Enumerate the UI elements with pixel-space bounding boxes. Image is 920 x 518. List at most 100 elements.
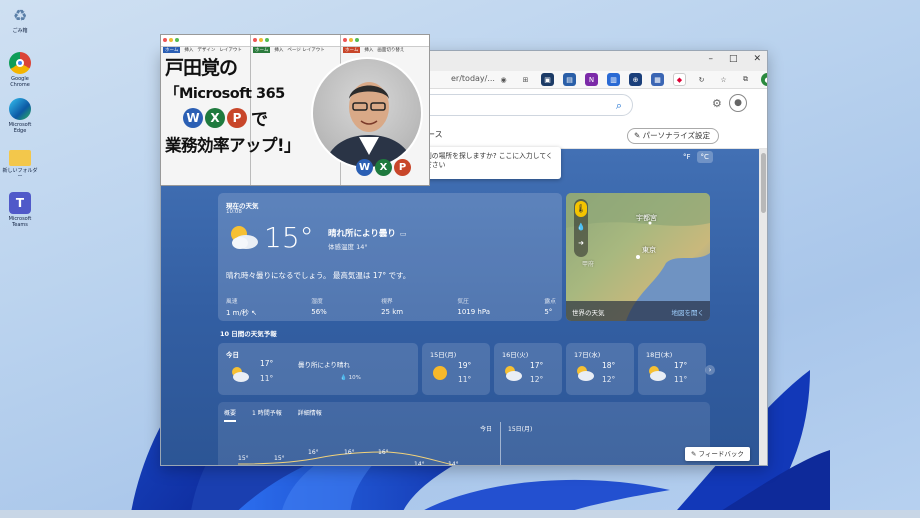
map-layer-controls: 🌡 💧 ➜: [574, 199, 588, 257]
forecast-high: 18°: [602, 361, 616, 370]
chart-temp-label: 15°: [274, 455, 285, 462]
extension-icon[interactable]: ▤: [563, 73, 576, 86]
info-icon[interactable]: ▭: [400, 230, 407, 238]
forecast-day-label: 17日(水): [574, 351, 601, 359]
desktop-icon-label: Microsoft Edge: [8, 122, 32, 134]
forecast-day[interactable]: 17日(水) 18° 12°: [566, 343, 634, 395]
personalize-button[interactable]: ✎ パーソナライズ設定: [627, 128, 719, 144]
close-button[interactable]: ✕: [753, 54, 761, 64]
extension-icon[interactable]: ▦: [651, 73, 664, 86]
unit-f-button[interactable]: °F: [679, 151, 695, 163]
sun-icon: [433, 366, 447, 380]
refresh-icon[interactable]: ↻: [695, 73, 708, 86]
onenote-icon[interactable]: N: [585, 73, 598, 86]
extension-icon[interactable]: ▥: [607, 73, 620, 86]
forecast-day[interactable]: 18日(木) 17° 11°: [638, 343, 706, 395]
forecast-today[interactable]: 今日 17° 11° 曇り所により晴れ 💧 10%: [218, 343, 418, 395]
temperature-layer-icon[interactable]: 🌡: [575, 201, 587, 217]
address-bar[interactable]: er/today/...: [451, 74, 495, 83]
promo-banner: ホーム 挿入 デザイン レイアウト ホーム 挿入 ページ レイアウト ホーム 挿入 画面切り替…: [160, 34, 430, 186]
forecast-day-label: 15日(月): [430, 351, 457, 359]
forecast-next-arrow[interactable]: ›: [705, 365, 715, 375]
folder-icon: [9, 150, 31, 166]
taskbar-strip: [0, 510, 920, 518]
search-input[interactable]: ⌕: [413, 94, 633, 116]
ribbon: [341, 35, 429, 47]
precipitation-layer-icon[interactable]: 💧: [575, 223, 587, 231]
extension-icons: ◉ ⊞ ▣ ▤ N ▥ ⊕ ▦ ◆ ↻ ☆ ⧉ ● ⋯: [497, 73, 767, 86]
powerpoint-icon: P: [227, 107, 247, 128]
map-label-utsunomiya: 宇都宮: [636, 214, 657, 222]
forecast-low: 12°: [530, 375, 544, 384]
desktop-icon-chrome[interactable]: Google Chrome: [2, 52, 38, 88]
forecast-high: 17°: [530, 361, 544, 370]
photo-app-badges: W X P: [356, 159, 411, 176]
open-map-link[interactable]: 地図を開く: [672, 307, 705, 317]
desktop-icon-recycle-bin[interactable]: ♻ ごみ箱: [2, 4, 38, 35]
desktop-icon-label: 新しいフォルダー: [2, 168, 38, 180]
extension-icon[interactable]: ⊕: [629, 73, 642, 86]
search-icon[interactable]: ⌕: [616, 99, 622, 113]
stat-key: 湿度: [311, 299, 323, 305]
gear-icon[interactable]: ⚙: [712, 97, 722, 110]
forecast-low: 11°: [458, 375, 472, 384]
map-label-kofu: 甲府: [582, 261, 595, 268]
desktop-icon-label: Google Chrome: [10, 76, 30, 88]
teams-icon: T: [9, 192, 31, 214]
capture-icon[interactable]: ⊞: [519, 73, 532, 86]
forecast-low: 11°: [260, 374, 274, 383]
collections-icon[interactable]: ⧉: [739, 73, 752, 86]
forecast-day[interactable]: 16日(火) 17° 12°: [494, 343, 562, 395]
weather-map[interactable]: 🌡 💧 ➜ 宇都宮 東京 甲府 世界の天気 地図を開く: [566, 193, 710, 321]
powerpoint-icon: P: [394, 159, 411, 176]
partly-cloudy-icon: [577, 366, 594, 381]
extension-icon[interactable]: ◆: [673, 73, 686, 86]
camera-icon[interactable]: ◉: [497, 73, 510, 86]
desktop-icon-label: Microsoft Teams: [8, 216, 32, 228]
forecast-day-label: 16日(火): [502, 351, 529, 359]
window-dots: [343, 38, 359, 42]
feedback-button[interactable]: ✎ フィードバック: [685, 447, 750, 461]
feedback-label: フィードバック: [698, 450, 744, 458]
partly-cloudy-icon: [232, 367, 249, 382]
chart-temp-label: 16°: [308, 449, 319, 456]
maximize-button[interactable]: □: [729, 54, 738, 64]
window-controls: – □ ✕: [708, 54, 761, 64]
location-tip[interactable]: 別の場所を探しますか? ここに入力してください: [419, 147, 561, 179]
forecast-title: 10 日間の天気予報: [220, 330, 277, 338]
wind-layer-icon[interactable]: ➜: [575, 239, 587, 247]
ribbon: [251, 35, 340, 47]
scrollbar[interactable]: [759, 149, 767, 465]
promo-app-badges: W X P で: [183, 105, 300, 130]
feels-like: 体感温度 14°: [328, 243, 368, 251]
forecast-condition: 曇り所により晴れ: [298, 361, 350, 369]
profile-icon[interactable]: ●: [761, 73, 767, 86]
scrollbar-thumb[interactable]: [761, 153, 766, 213]
map-footer: 世界の天気 地図を開く: [566, 301, 710, 321]
stat-key: 風速: [226, 299, 238, 305]
stat-wind: 風速 1 m/秒 ↖: [226, 296, 257, 318]
desktop-icon-teams[interactable]: T Microsoft Teams: [2, 192, 38, 228]
excel-icon: X: [205, 107, 225, 128]
desktop-icon-edge[interactable]: Microsoft Edge: [2, 98, 38, 134]
word-icon: W: [183, 107, 203, 128]
favorites-icon[interactable]: ☆: [717, 73, 730, 86]
current-weather-card[interactable]: 現在の天気 10:08 15° 晴れ所により曇り ▭ 体感温度 14° 晴れ時々曇…: [218, 193, 562, 321]
hourly-chart-card: 概要 1 時間予報 詳細情報 今日 15日(月) 15° 15° 16° 16°…: [218, 402, 710, 466]
map-label-tokyo: 東京: [642, 246, 656, 254]
forecast-day[interactable]: 15日(月) 19° 11°: [422, 343, 490, 395]
forecast-low: 12°: [602, 375, 616, 384]
stat-value: 5°: [544, 308, 553, 316]
minimize-button[interactable]: –: [708, 54, 713, 64]
stat-key: 露点: [544, 299, 556, 305]
chart-temp-label: 14°: [448, 461, 459, 466]
stat-humidity: 湿度 56%: [311, 296, 327, 318]
desktop-icon-folder[interactable]: 新しいフォルダー: [2, 146, 38, 180]
avatar[interactable]: ●: [729, 94, 747, 112]
current-temperature: 15°: [264, 221, 314, 254]
unit-c-button[interactable]: °C: [696, 151, 713, 163]
forecast-low: 11°: [674, 375, 688, 384]
ribbon: [161, 35, 250, 47]
extension-icon[interactable]: ▣: [541, 73, 554, 86]
stat-key: 視界: [381, 299, 393, 305]
